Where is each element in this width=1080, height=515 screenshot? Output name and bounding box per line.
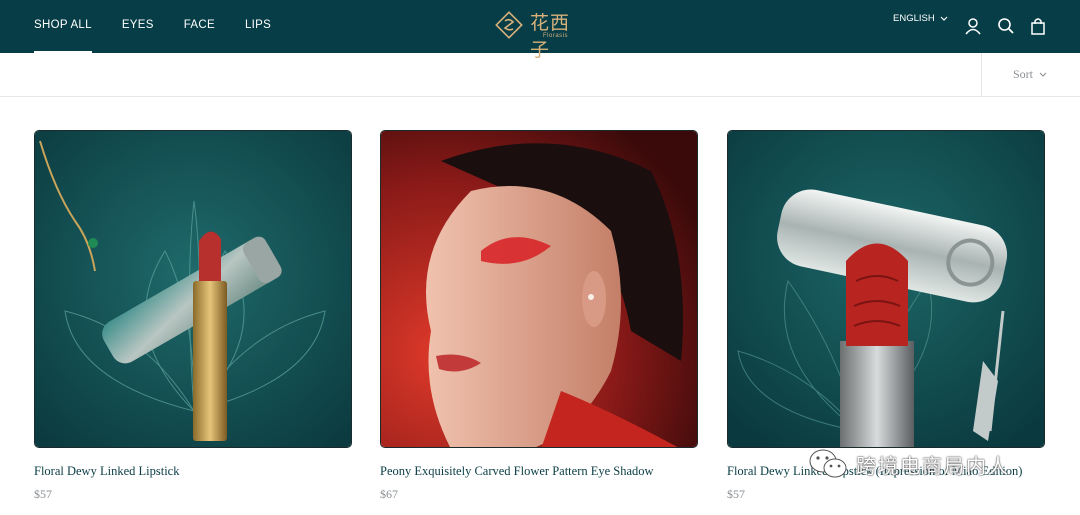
brand-logo[interactable]: 花西子 Florasis <box>494 8 586 61</box>
top-navigation-bar: SHOP ALL EYES FACE LIPS 花西子 Florasis ENG… <box>0 0 1080 61</box>
nav-face[interactable]: FACE <box>184 0 215 53</box>
sort-label: Sort <box>1013 67 1034 81</box>
chevron-down-icon <box>1039 72 1047 77</box>
sort-dropdown[interactable]: Sort <box>1013 67 1047 82</box>
watermark: 跨境电商局内人 <box>808 444 1010 484</box>
nav-lips[interactable]: LIPS <box>245 0 271 53</box>
cart-icon[interactable] <box>1027 14 1049 38</box>
product-price: $67 <box>380 487 398 501</box>
collection-toolbar: Sort <box>0 53 1080 97</box>
watermark-text: 跨境电商局内人 <box>856 453 1010 478</box>
wechat-icon <box>809 449 847 478</box>
account-icon[interactable] <box>962 14 984 38</box>
product-title[interactable]: Floral Dewy Linked Lipstick <box>34 464 179 479</box>
product-card[interactable]: Peony Exquisitely Carved Flower Pattern … <box>380 130 698 501</box>
product-title[interactable]: Peony Exquisitely Carved Flower Pattern … <box>380 464 654 479</box>
product-image-lipstick-teal[interactable] <box>34 130 352 448</box>
product-price: $57 <box>34 487 52 501</box>
product-image-lipstick-silver[interactable] <box>727 130 1045 448</box>
search-icon[interactable] <box>995 14 1017 38</box>
logo-mark-icon <box>495 11 523 39</box>
product-image-eyeshadow-model[interactable] <box>380 130 698 448</box>
language-label: ENGLISH <box>893 13 935 24</box>
toolbar-divider <box>981 53 982 96</box>
product-card[interactable]: Floral Dewy Linked Lipstick $57 <box>34 130 352 501</box>
product-price: $57 <box>727 487 745 501</box>
product-card[interactable]: Floral Dewy Linked Lipstick (Impression … <box>727 130 1045 501</box>
chevron-down-icon <box>940 16 948 21</box>
nav-shop-all[interactable]: SHOP ALL <box>34 0 92 53</box>
language-selector[interactable]: ENGLISH <box>893 13 948 24</box>
main-nav: SHOP ALL EYES FACE LIPS <box>34 0 301 53</box>
logo-english-text: Florasis <box>543 33 569 39</box>
nav-eyes[interactable]: EYES <box>122 0 154 53</box>
